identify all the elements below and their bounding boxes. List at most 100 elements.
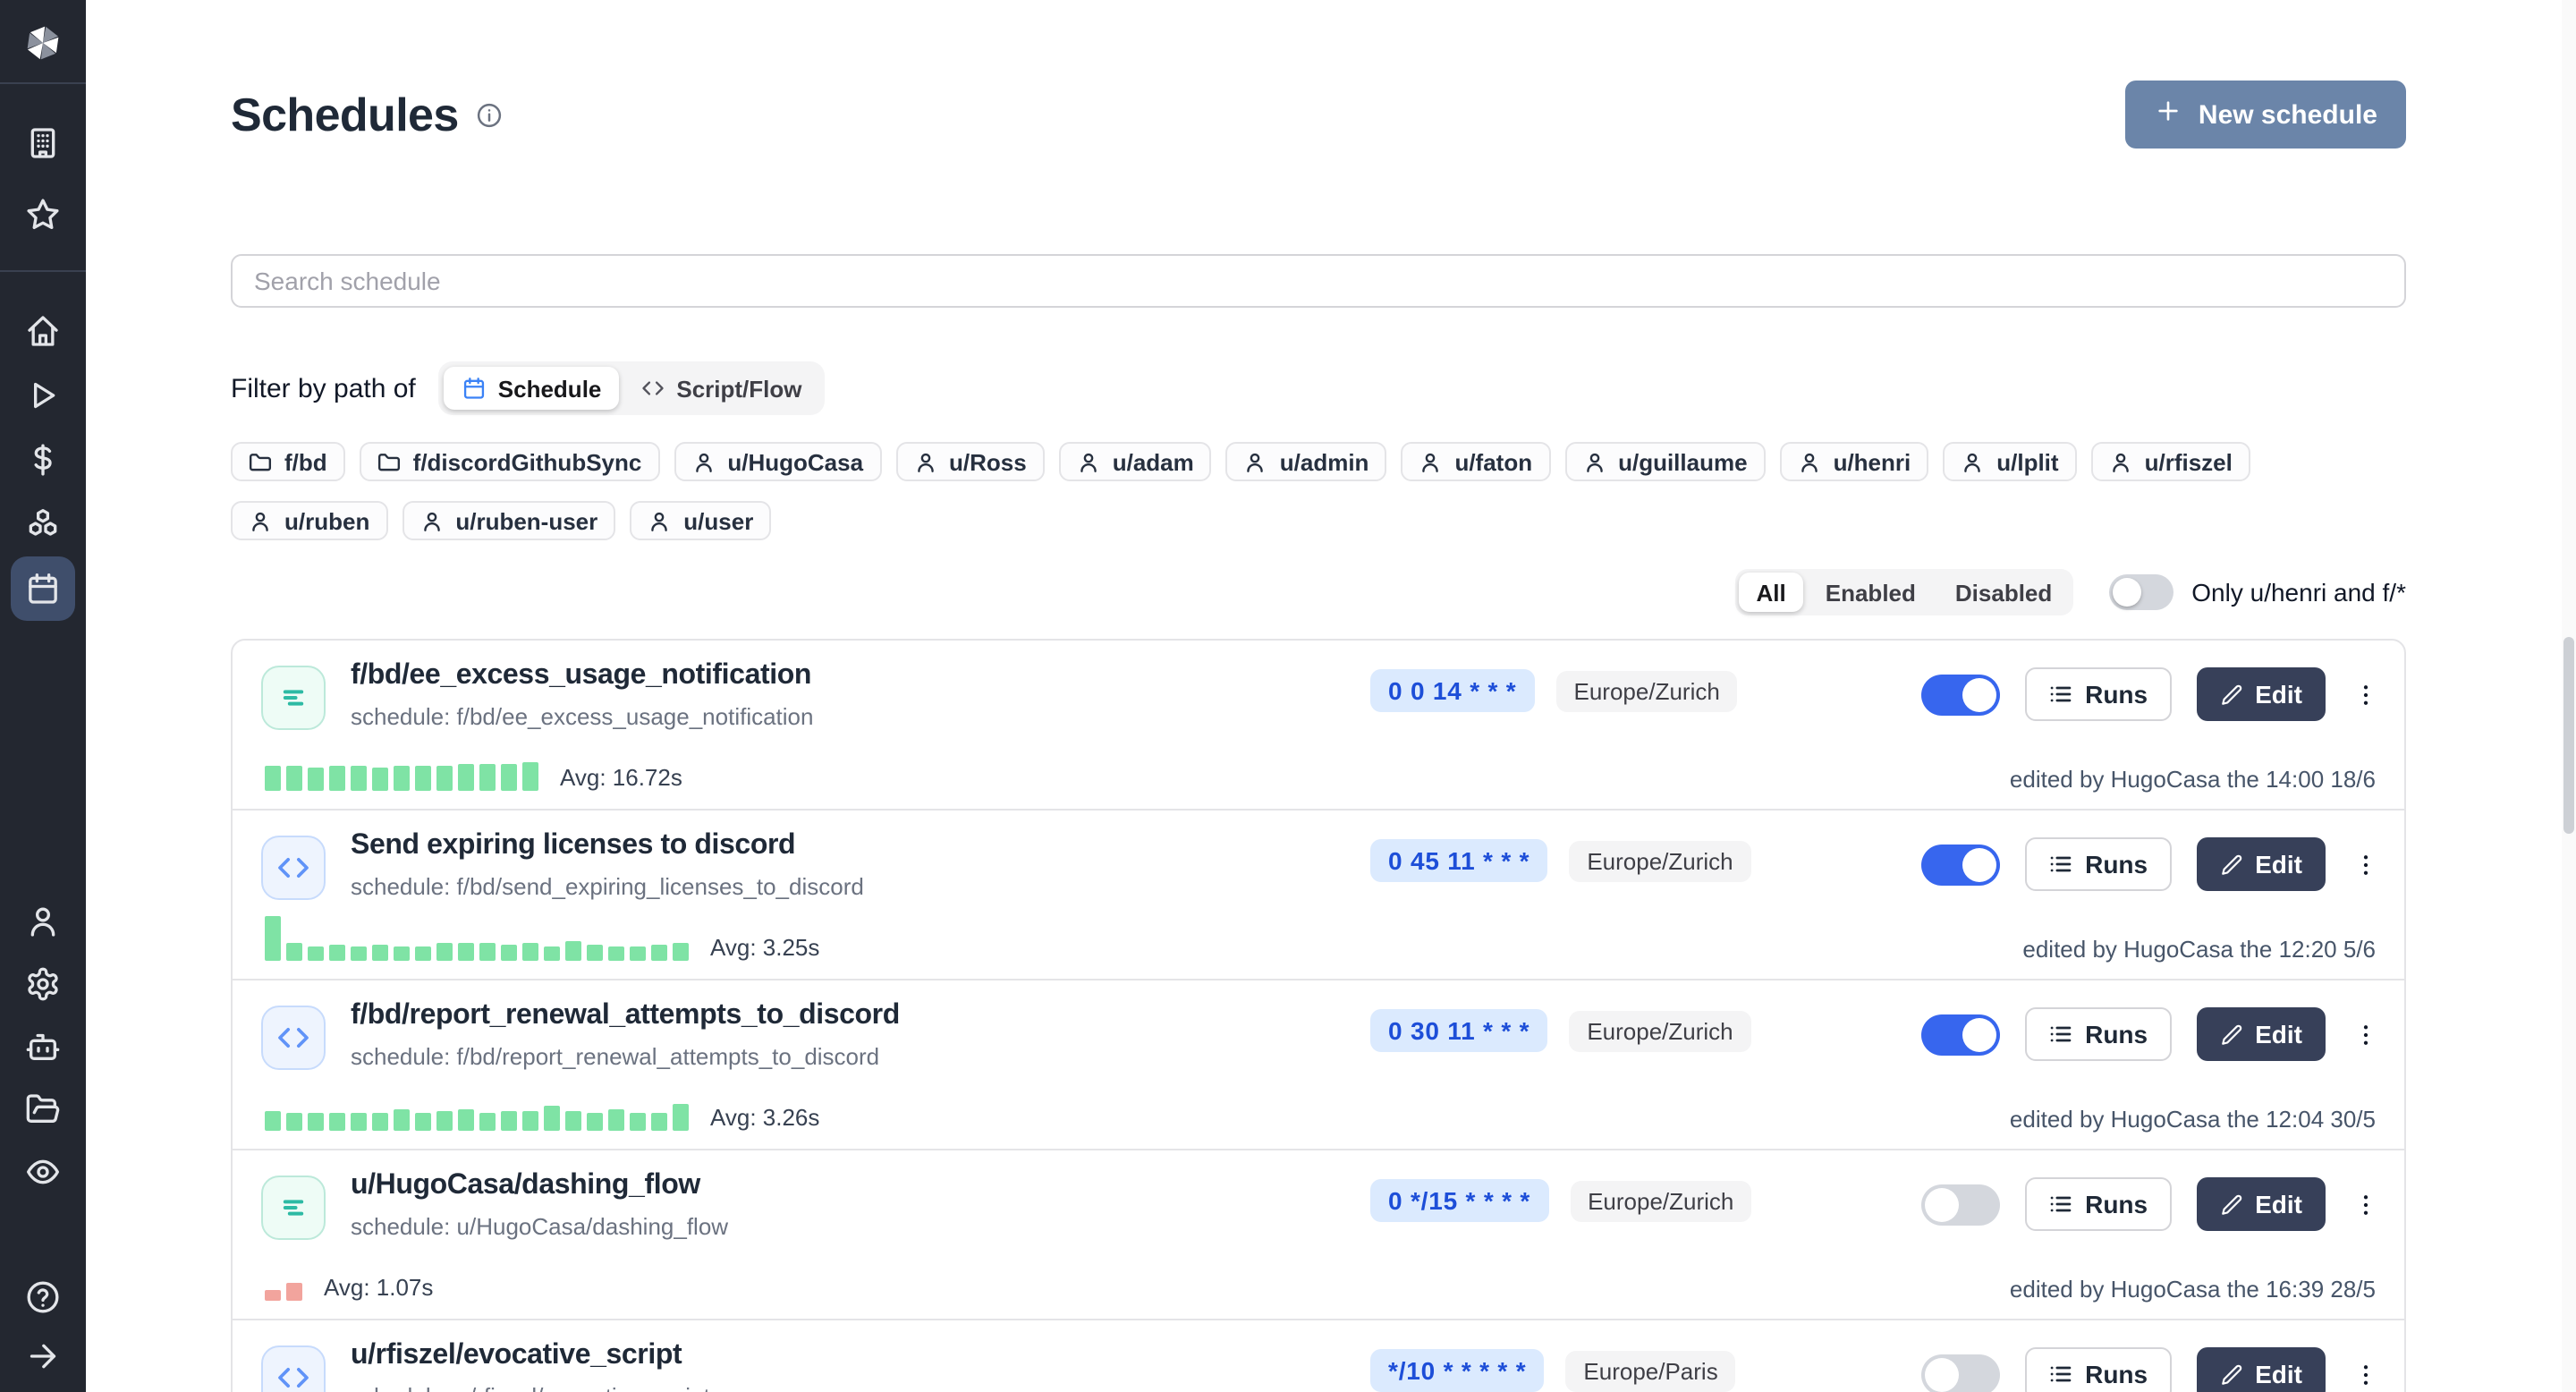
run-bar[interactable] [372,768,388,791]
path-chip-u/adam[interactable]: u/adam [1059,442,1212,481]
sidebar-item-favorites[interactable] [16,188,70,242]
run-bar[interactable] [673,943,689,961]
status-filter-disabled[interactable]: Disabled [1937,573,2070,612]
path-chip-u/ruben[interactable]: u/ruben [231,501,387,540]
run-bar[interactable] [265,1290,281,1301]
run-bar[interactable] [329,766,345,791]
run-bar[interactable] [522,943,538,961]
run-bar[interactable] [630,946,646,961]
run-bar[interactable] [608,1109,624,1131]
edit-button[interactable]: Edit [2196,1177,2326,1231]
sidebar-item-folders[interactable] [16,1082,70,1136]
windmill-logo-icon[interactable] [18,18,68,68]
path-kind-script-flow[interactable]: Script/Flow [623,367,819,410]
path-chip-f/bd[interactable]: f/bd [231,442,345,481]
run-bar[interactable] [372,1113,388,1131]
run-bar[interactable] [329,1113,345,1131]
run-bar[interactable] [565,1111,581,1131]
run-bar[interactable] [608,946,624,961]
kebab-menu-icon[interactable] [2351,1007,2379,1061]
enable-toggle[interactable] [1920,844,1999,885]
run-bar[interactable] [286,1113,302,1131]
enable-toggle[interactable] [1920,674,1999,715]
run-bar[interactable] [458,943,474,961]
sidebar-item-home[interactable] [16,304,70,358]
run-bar[interactable] [436,943,453,961]
enable-toggle[interactable] [1920,1354,1999,1392]
run-bar[interactable] [286,943,302,961]
sidebar-item-resources[interactable] [16,497,70,551]
run-bar[interactable] [415,946,431,961]
sidebar-item-audit-logs[interactable] [16,1145,70,1199]
run-bar[interactable] [265,916,281,961]
kebab-menu-icon[interactable] [2351,1347,2379,1392]
path-chip-u/HugoCasa[interactable]: u/HugoCasa [674,442,881,481]
sidebar-item-settings[interactable] [16,957,70,1011]
runs-button[interactable]: Runs [2024,837,2171,891]
run-bar[interactable] [286,766,302,791]
run-bar[interactable] [351,766,367,791]
kebab-menu-icon[interactable] [2351,1177,2379,1231]
run-bar[interactable] [479,1113,496,1131]
run-bar[interactable] [458,1109,474,1131]
run-bar[interactable] [587,945,603,961]
run-bar[interactable] [522,762,538,791]
path-kind-schedule[interactable]: Schedule [445,367,620,410]
runs-button[interactable]: Runs [2024,667,2171,721]
status-filter-enabled[interactable]: Enabled [1808,573,1934,612]
run-bar[interactable] [436,1111,453,1131]
path-chip-u/Ross[interactable]: u/Ross [895,442,1045,481]
run-bar[interactable] [265,766,281,791]
path-chip-u/faton[interactable]: u/faton [1401,442,1550,481]
run-bar[interactable] [308,946,324,961]
run-bar[interactable] [587,1113,603,1131]
sidebar-item-users[interactable] [16,895,70,948]
new-schedule-button[interactable]: New schedule [2125,81,2406,149]
sidebar-item-expand[interactable] [16,1329,70,1383]
runs-button[interactable]: Runs [2024,1007,2171,1061]
runs-button[interactable]: Runs [2024,1347,2171,1392]
run-bar[interactable] [329,945,345,961]
sidebar-item-schedules[interactable] [11,556,75,621]
run-bar[interactable] [394,1109,410,1131]
run-bar[interactable] [351,946,367,961]
sidebar-item-runs[interactable] [16,369,70,422]
run-bar[interactable] [458,764,474,791]
run-bar[interactable] [372,945,388,961]
path-chip-u/lplit[interactable]: u/lplit [1943,442,2076,481]
run-bar[interactable] [394,946,410,961]
status-filter-all[interactable]: All [1739,573,1804,612]
path-chip-u/rfiszel[interactable]: u/rfiszel [2091,442,2250,481]
edit-button[interactable]: Edit [2196,1007,2326,1061]
info-icon[interactable] [477,101,504,128]
path-chip-u/admin[interactable]: u/admin [1226,442,1387,481]
run-bar[interactable] [501,764,517,791]
path-chip-u/henri[interactable]: u/henri [1780,442,1929,481]
run-bar[interactable] [651,1113,667,1131]
sidebar-item-variables[interactable] [16,433,70,487]
run-bar[interactable] [501,945,517,961]
sidebar-item-workers[interactable] [16,1020,70,1074]
scrollbar-thumb[interactable] [2563,637,2574,834]
run-bar[interactable] [415,1113,431,1131]
path-chip-u/user[interactable]: u/user [630,501,771,540]
edit-button[interactable]: Edit [2196,837,2326,891]
run-bar[interactable] [544,1106,560,1131]
run-bar[interactable] [565,941,581,961]
run-bar[interactable] [394,766,410,791]
enable-toggle[interactable] [1920,1184,1999,1225]
run-bar[interactable] [351,1113,367,1131]
enable-toggle[interactable] [1920,1014,1999,1055]
path-chip-u/guillaume[interactable]: u/guillaume [1564,442,1765,481]
run-bar[interactable] [544,946,560,961]
kebab-menu-icon[interactable] [2351,837,2379,891]
scrollbar[interactable] [2562,0,2576,1392]
run-bar[interactable] [265,1111,281,1131]
search-input[interactable] [231,254,2406,308]
sidebar-item-help[interactable] [16,1270,70,1324]
run-bar[interactable] [673,1104,689,1131]
runs-button[interactable]: Runs [2024,1177,2171,1231]
run-bar[interactable] [501,1111,517,1131]
run-bar[interactable] [308,1113,324,1131]
path-chip-u/ruben-user[interactable]: u/ruben-user [402,501,615,540]
